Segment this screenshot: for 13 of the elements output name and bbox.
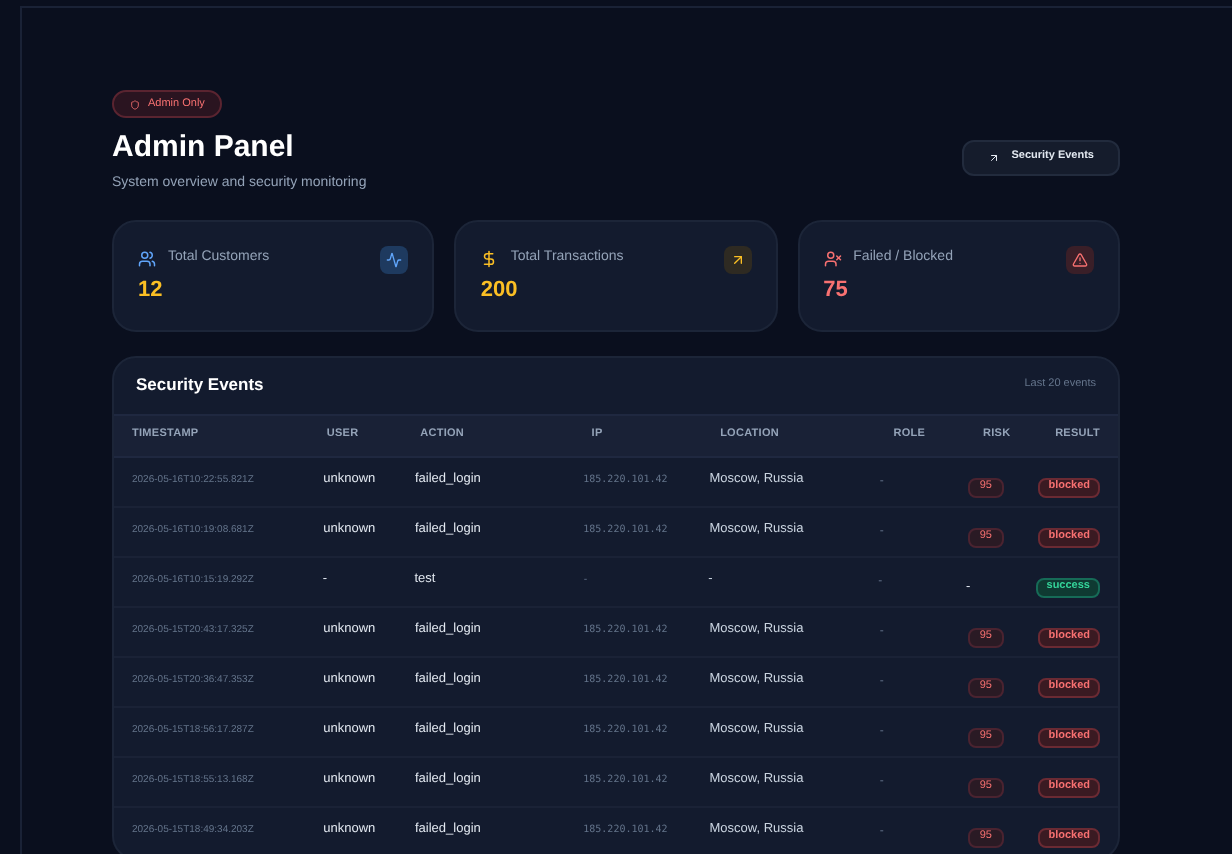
stat-value: 200 [480, 275, 520, 305]
stat-value: 75 [823, 275, 850, 305]
arrow-icon [723, 245, 752, 273]
shield-icon [130, 99, 140, 110]
stat-value: 12 [138, 275, 165, 305]
pulse-icon [380, 245, 409, 273]
warning-icon [1065, 245, 1094, 273]
arrow-icon [987, 151, 1000, 163]
users-icon [138, 250, 156, 268]
user-x-icon [823, 250, 842, 268]
page-title: Admin Panel [112, 130, 294, 168]
panel-title: Security Events [136, 372, 264, 398]
dollar-icon [480, 250, 499, 268]
